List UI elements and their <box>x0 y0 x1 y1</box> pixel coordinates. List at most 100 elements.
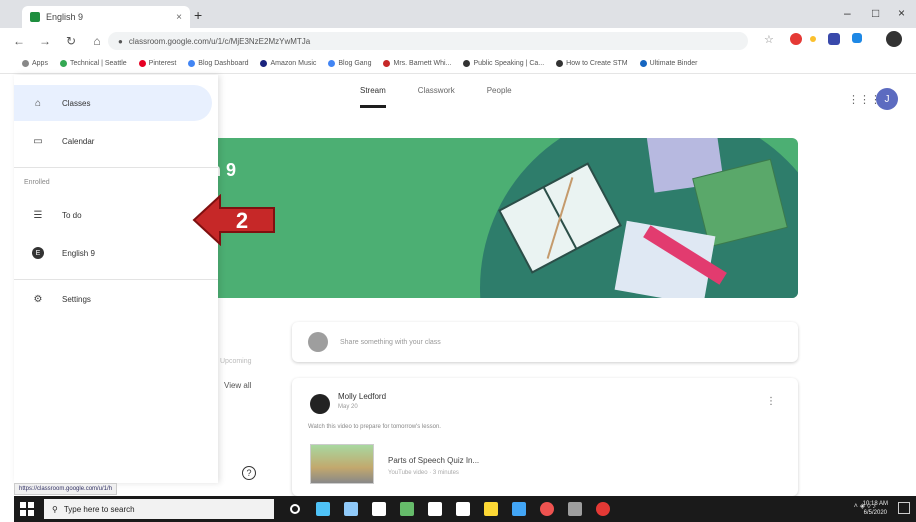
announcement-composer[interactable]: Share something with your class <box>292 322 798 362</box>
bookmark-favicon-icon <box>59 60 67 67</box>
bookmark-item[interactable]: Public Speaking | Ca... <box>463 60 544 67</box>
address-bar[interactable]: ● classroom.google.com/u/1/c/MjE3NzE2MzY… <box>108 32 748 50</box>
composer-avatar <box>308 332 328 352</box>
app-icon[interactable] <box>596 502 610 516</box>
sidebar-section-label: Enrolled <box>24 179 50 186</box>
bookmark-favicon-icon <box>328 60 336 67</box>
bookmark-favicon-icon <box>383 60 391 67</box>
bookmark-favicon-icon <box>556 60 564 67</box>
taskbar-clock[interactable]: 10:18 AM 6/5/2020 <box>863 500 888 518</box>
step-arrow-annotation: 2 <box>192 194 275 246</box>
minimize-button[interactable]: – <box>844 6 851 20</box>
extension-yellow-icon[interactable] <box>810 36 816 42</box>
sidebar-item-classes[interactable]: ⌂ Classes <box>14 85 212 121</box>
composer-placeholder: Share something with your class <box>340 338 441 346</box>
bookmark-item[interactable]: Technical | Seattle <box>59 60 127 67</box>
bookmark-item[interactable]: Pinterest <box>138 60 176 67</box>
home-button-icon[interactable]: ⌂ <box>90 34 104 48</box>
help-icon[interactable]: ? <box>242 466 256 480</box>
class-avatar: E <box>32 247 44 259</box>
video-thumbnail[interactable] <box>310 444 374 484</box>
bookmark-favicon-icon <box>639 60 647 67</box>
sidebar-divider <box>14 167 218 168</box>
stream-post: Molly Ledford May 20 ⋮ Watch this video … <box>292 378 798 496</box>
forward-arrow-icon[interactable]: → <box>38 34 52 48</box>
sidebar-item-calendar[interactable]: ▭ Calendar <box>14 123 212 159</box>
pinterest-icon <box>138 60 146 67</box>
extension-red-icon[interactable] <box>790 33 802 45</box>
sidebar-item-label: Settings <box>62 294 91 304</box>
tab-close-icon[interactable]: × <box>176 12 182 23</box>
classroom-favicon-icon <box>30 12 40 22</box>
search-placeholder: Type here to search <box>63 504 135 514</box>
settings-icon: ⚙ <box>33 293 43 305</box>
post-body: Watch this video to prepare for tomorrow… <box>308 424 441 430</box>
sidebar-item-label: Calendar <box>62 136 95 146</box>
windows-taskbar: ⚲ Type here to search ˄ ◈ ◊ ♪ 10:18 AM 6… <box>14 496 916 522</box>
task-view-icon[interactable] <box>316 502 330 516</box>
back-arrow-icon[interactable]: ← <box>12 34 26 48</box>
taskbar-search-input[interactable]: ⚲ Type here to search <box>44 499 274 519</box>
user-avatar[interactable]: J <box>876 88 898 110</box>
step-number: 2 <box>236 208 248 233</box>
lock-icon: ● <box>118 36 123 46</box>
clock-time: 10:18 AM <box>862 501 888 507</box>
extension-blue-icon[interactable] <box>828 33 840 45</box>
bookmark-star-icon[interactable]: ☆ <box>764 33 776 46</box>
edge-icon[interactable] <box>344 502 358 516</box>
bookmarks-bar: Apps Technical | Seattle Pinterest Blog … <box>0 54 916 74</box>
tab-stream[interactable]: Stream <box>360 86 386 108</box>
upcoming-label: Upcoming <box>220 358 252 365</box>
extension-translate-icon[interactable] <box>852 33 862 43</box>
windows-start-icon[interactable] <box>20 502 34 516</box>
browser-profile-icon[interactable] <box>886 31 902 47</box>
bookmark-item[interactable]: Blog Gang <box>328 60 371 67</box>
sidebar-item-label: Classes <box>62 98 91 108</box>
apps-grid-icon <box>22 60 29 67</box>
post-date: May 20 <box>338 404 358 410</box>
tab-classwork[interactable]: Classwork <box>418 86 455 108</box>
bookmark-item[interactable]: Ultimate Binder <box>639 60 697 67</box>
sidebar-item-todo[interactable]: ☰ To do <box>14 197 212 233</box>
bookmark-favicon-icon <box>463 60 471 67</box>
app-icon[interactable] <box>568 502 582 516</box>
browser-toolbar: ← → ↻ ⌂ ● classroom.google.com/u/1/c/MjE… <box>0 28 916 54</box>
app-icon[interactable] <box>456 502 470 516</box>
bookmark-favicon-icon <box>188 60 196 67</box>
chrome-icon[interactable] <box>540 502 554 516</box>
file-explorer-icon[interactable] <box>484 502 498 516</box>
bookmark-item[interactable]: Apps <box>22 60 48 67</box>
store-icon[interactable] <box>372 502 386 516</box>
sidebar-item-english-9[interactable]: E English 9 <box>14 235 212 271</box>
view-all-link[interactable]: View all <box>224 381 251 390</box>
cortana-icon[interactable] <box>290 504 300 514</box>
home-icon: ⌂ <box>34 97 42 109</box>
bookmark-item[interactable]: Amazon Music <box>260 60 316 67</box>
sidebar-item-label: English 9 <box>62 248 95 258</box>
maximize-button[interactable]: □ <box>872 6 879 20</box>
url-text: classroom.google.com/u/1/c/MjE3NzE2MzYwM… <box>128 36 311 46</box>
reload-icon[interactable]: ↻ <box>64 34 78 48</box>
search-icon: ⚲ <box>52 504 58 514</box>
calendar-icon: ▭ <box>33 135 43 147</box>
attachment-title[interactable]: Parts of Speech Quiz In... <box>388 456 479 465</box>
notification-icon[interactable] <box>898 502 910 514</box>
post-author-avatar <box>310 394 330 414</box>
app-icon[interactable] <box>428 502 442 516</box>
app-icon[interactable] <box>400 502 414 516</box>
sidebar-item-settings[interactable]: ⚙ Settings <box>14 281 212 317</box>
more-options-icon[interactable]: ⋮ <box>766 396 776 407</box>
bookmark-item[interactable]: Mrs. Barnett Whi... <box>383 60 451 67</box>
bookmark-item[interactable]: How to Create STM <box>556 60 628 67</box>
new-tab-button[interactable]: + <box>194 7 202 23</box>
banner-books-illustration <box>480 138 798 298</box>
tab-title: English 9 <box>46 12 84 22</box>
bookmark-item[interactable]: Blog Dashboard <box>188 60 248 67</box>
app-icon[interactable] <box>512 502 526 516</box>
close-window-button[interactable]: × <box>898 6 905 20</box>
navigation-drawer: ⌂ Classes ▭ Calendar Enrolled ☰ To do E … <box>14 75 218 483</box>
sidebar-divider <box>14 279 218 280</box>
link-status-bar: https://classroom.google.com/u/1/h <box>14 483 118 495</box>
browser-tab[interactable]: English 9 × <box>22 6 190 28</box>
tab-people[interactable]: People <box>487 86 512 108</box>
